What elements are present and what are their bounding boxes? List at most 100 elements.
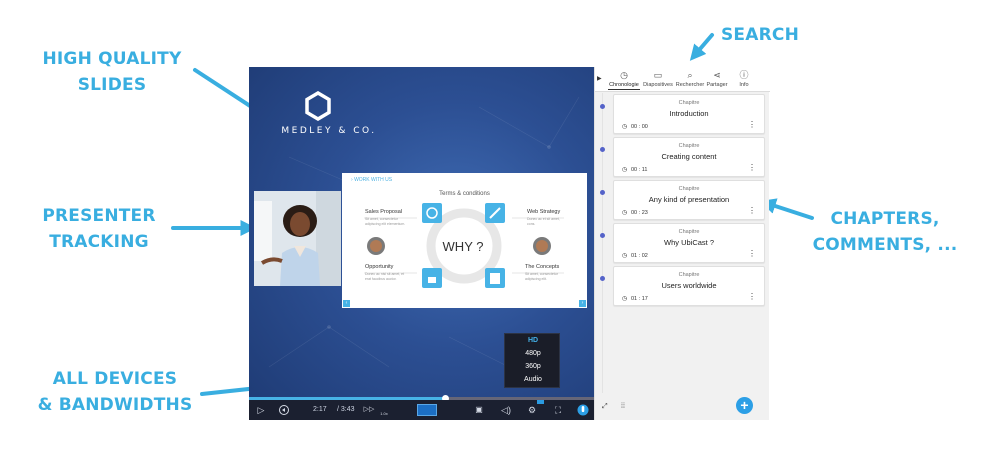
brand-name: MEDLEY & CO.: [281, 126, 377, 136]
timeline-dot: [600, 276, 605, 281]
tab-label: Info: [739, 82, 749, 88]
share-icon: ⋖: [713, 70, 721, 80]
chapter-title: Introduction: [669, 109, 709, 118]
more-options-icon[interactable]: ⋮: [748, 164, 756, 172]
sidebar-tabs: ▶ ◷ Chronologie ▭ Diapositives ⌕ Recherc…: [595, 67, 770, 92]
slide-label-concepts: The Concepts: [525, 264, 560, 270]
more-options-icon[interactable]: ⋮: [748, 207, 756, 215]
microphone-icon[interactable]: [576, 403, 590, 417]
tab-label: Partager: [706, 82, 728, 88]
quality-option-audio[interactable]: Audio: [505, 376, 561, 383]
chapter-time: 00 : 23: [631, 210, 648, 216]
chapter-title: Why UbiCast ?: [663, 238, 714, 247]
play-icon[interactable]: ▷: [255, 403, 267, 417]
chapter-item[interactable]: Chapitre Creating content ◷ 00 : 11 ⋮: [613, 137, 765, 177]
more-options-icon[interactable]: ⋮: [748, 121, 756, 129]
tab-partager[interactable]: ⋖ Partager: [705, 68, 729, 91]
slide-label-opportunity: Opportunity: [365, 264, 394, 270]
collapse-arrow-icon[interactable]: ▶: [597, 75, 602, 82]
rewind-icon[interactable]: [277, 403, 291, 417]
slide-sub-web: Donec ac et sit amet, cons.: [527, 217, 560, 226]
slide-label-web: Web Strategy: [527, 209, 561, 215]
chapter-title: Creating content: [661, 152, 717, 161]
presenter-figure: [254, 191, 341, 286]
slide-thumbnail[interactable]: [417, 404, 437, 416]
slide-sub-concepts: Sit amet, consectetur adipiscing elit.: [525, 272, 558, 281]
chapter-item[interactable]: Chapitre Why UbiCast ? ◷ 01 : 02 ⋮: [613, 223, 765, 263]
tab-label: Chronologie: [608, 82, 640, 90]
tab-label: Rechercher: [675, 82, 705, 88]
quality-option-360p[interactable]: 360p: [505, 363, 561, 370]
callout-text: PRESENTER: [42, 206, 156, 226]
callout-text: SEARCH: [720, 25, 799, 45]
grid-icon[interactable]: ⁞⁞: [621, 403, 625, 410]
slide-sub-opportunity: Donec ac nisi sit amet, et erat faucibus…: [365, 272, 405, 281]
slide-center-text: WHY ?: [442, 239, 484, 254]
brand-logo-icon: [305, 91, 331, 121]
hd-badge: [537, 400, 544, 404]
resize-icon[interactable]: ⤢: [602, 403, 608, 411]
chapter-time: 01 : 02: [631, 253, 648, 259]
video-player[interactable]: MEDLEY & CO. › WORK WITH US Terms & cond…: [249, 67, 594, 420]
fullscreen-icon[interactable]: ⛶: [551, 403, 565, 417]
chapter-type: Chapitre: [678, 272, 700, 278]
tab-info[interactable]: ⓘ Info: [735, 68, 753, 91]
clock-icon: ◷: [622, 210, 628, 216]
player-controls: ▷ 2:17 / 3:43 ▷▷ 1.0x ▣ ◁) ⚙ ⛶: [249, 400, 594, 420]
chapter-type: Chapitre: [678, 186, 700, 192]
clock-icon: ◷: [622, 124, 628, 130]
callout-presenter-tracking: PRESENTER TRACKING: [24, 203, 174, 255]
timeline-dot: [600, 147, 605, 152]
tab-label: Diapositives: [643, 82, 673, 88]
settings-icon[interactable]: ⚙: [525, 403, 539, 417]
chapter-type: Chapitre: [678, 100, 700, 106]
quality-menu[interactable]: HD 480p 360p Audio: [504, 333, 560, 388]
callout-text: HIGH QUALITY: [42, 49, 182, 69]
search-icon: ⌕: [687, 70, 693, 80]
volume-icon[interactable]: ◁): [499, 403, 513, 417]
callout-all-devices: ALL DEVICES & BANDWIDTHS: [30, 366, 200, 418]
slides-icon: ▭: [653, 70, 663, 80]
total-time: / 3:43: [337, 406, 355, 413]
chapter-type: Chapitre: [678, 229, 700, 235]
forward-icon[interactable]: ▷▷: [362, 403, 376, 417]
presentation-slide[interactable]: › WORK WITH US Terms & conditions WHY ? …: [342, 173, 587, 308]
callout-text: TRACKING: [49, 232, 149, 252]
chapter-time: 01 : 17: [631, 296, 648, 302]
tab-diapositives[interactable]: ▭ Diapositives: [641, 68, 675, 91]
clock-icon: ◷: [622, 167, 628, 173]
quality-option-hd[interactable]: HD: [505, 337, 561, 344]
callout-text: ALL DEVICES: [52, 369, 178, 389]
more-options-icon[interactable]: ⋮: [748, 250, 756, 258]
timeline-dot: [600, 104, 605, 109]
timeline-dot: [600, 190, 605, 195]
timeline-dot: [600, 233, 605, 238]
comments-icon[interactable]: ▣: [472, 403, 486, 417]
presenter-video[interactable]: [254, 191, 341, 286]
slide-next-icon[interactable]: ›: [579, 300, 586, 307]
chapter-type: Chapitre: [678, 143, 700, 149]
sidebar-panel: ▶ ◷ Chronologie ▭ Diapositives ⌕ Recherc…: [594, 67, 770, 420]
chapter-time: 00 : 00: [631, 124, 648, 130]
quality-option-480p[interactable]: 480p: [505, 350, 561, 357]
chapter-title: Any kind of presentation: [648, 195, 730, 204]
add-button[interactable]: +: [736, 397, 753, 414]
slide-label-sales: Sales Proposal: [365, 209, 402, 215]
tab-rechercher[interactable]: ⌕ Rechercher: [674, 68, 706, 91]
current-time: 2:17: [313, 406, 327, 413]
speed-label[interactable]: 1.0x: [377, 411, 391, 416]
chapter-item[interactable]: Chapitre Any kind of presentation ◷ 00 :…: [613, 180, 765, 220]
chapter-item[interactable]: Chapitre Introduction ◷ 00 : 00 ⋮: [613, 94, 765, 134]
slide-prev-icon[interactable]: ‹: [343, 300, 350, 307]
more-options-icon[interactable]: ⋮: [748, 293, 756, 301]
callout-chapters-comments: CHAPTERS, COMMENTS, ...: [805, 206, 965, 258]
chapter-item[interactable]: Chapitre Users worldwide ◷ 01 : 17 ⋮: [613, 266, 765, 306]
callout-text: COMMENTS, ...: [812, 235, 958, 255]
info-icon: ⓘ: [739, 70, 749, 80]
timeline-line: [602, 93, 603, 393]
callout-text: CHAPTERS,: [830, 209, 940, 229]
chapter-title: Users worldwide: [661, 281, 717, 290]
callout-high-quality-slides: HIGH QUALITY SLIDES: [22, 46, 202, 98]
slide-sub-sales: Sit amet, consectetur adipiscing elit el…: [365, 217, 406, 226]
tab-chronologie[interactable]: ◷ Chronologie: [608, 68, 640, 91]
